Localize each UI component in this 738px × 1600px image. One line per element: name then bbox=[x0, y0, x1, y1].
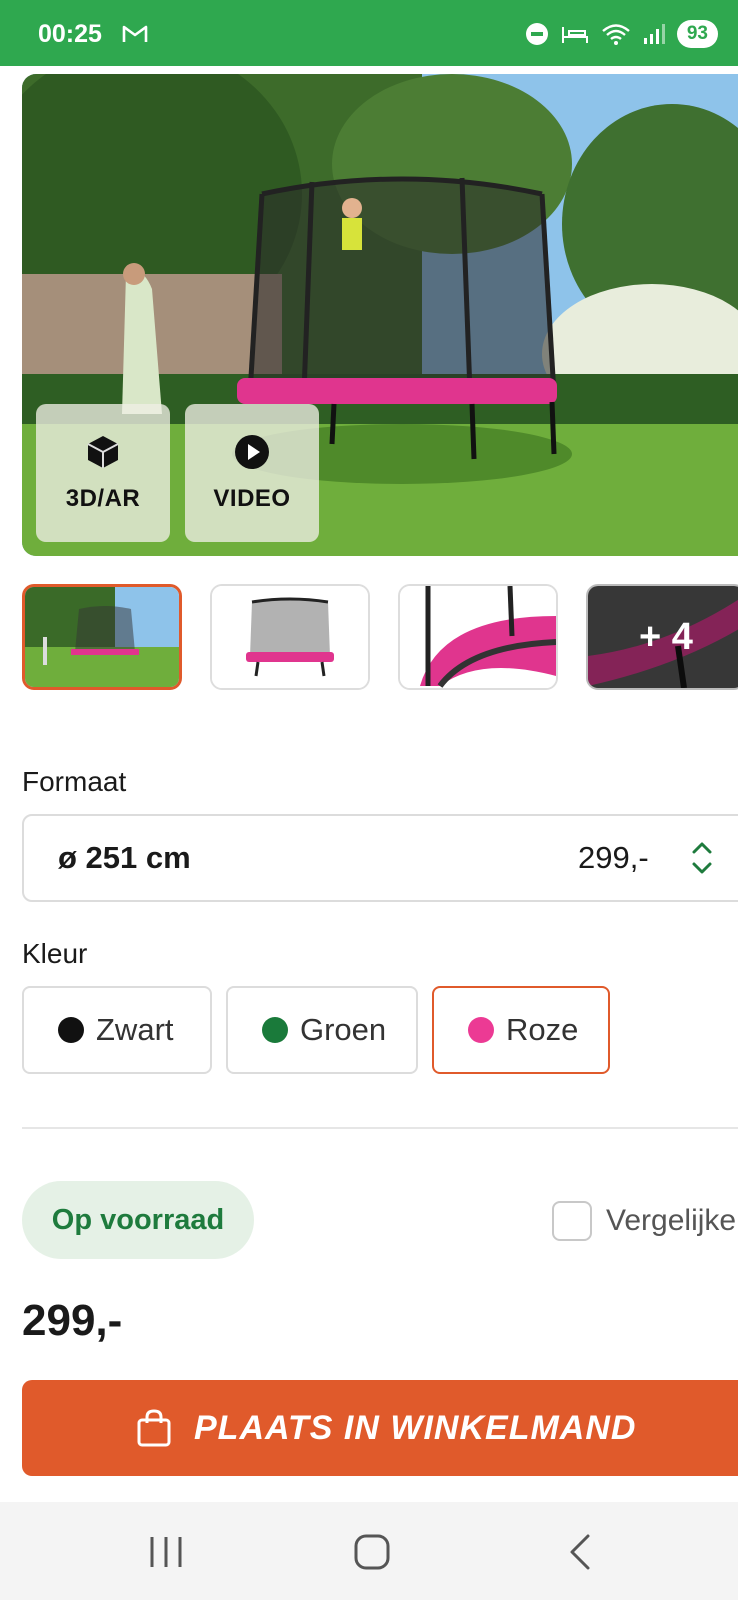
section-divider bbox=[22, 1127, 738, 1129]
format-size: ø 251 cm bbox=[58, 840, 191, 875]
recent-apps-icon[interactable] bbox=[146, 1532, 186, 1572]
product-price: 299,- bbox=[22, 1296, 123, 1345]
more-images-count: + 4 bbox=[639, 615, 693, 658]
shopping-bag-icon bbox=[137, 1409, 171, 1447]
color-swatch-pink bbox=[468, 1017, 494, 1043]
play-icon bbox=[235, 435, 269, 469]
system-nav-bar bbox=[0, 1502, 738, 1600]
format-select[interactable]: ø 251 cm 299,- bbox=[22, 814, 738, 902]
color-swatch-green bbox=[262, 1017, 288, 1043]
thumbnail-1[interactable] bbox=[22, 584, 182, 690]
3d-ar-button[interactable]: 3D/AR bbox=[36, 404, 170, 542]
wifi-icon bbox=[602, 24, 630, 45]
color-option-label: Roze bbox=[506, 1012, 579, 1047]
do-not-disturb-icon bbox=[525, 23, 548, 45]
thumbnail-image bbox=[25, 587, 179, 687]
status-time: 00:25 bbox=[38, 20, 102, 48]
3d-ar-label: 3D/AR bbox=[65, 485, 141, 512]
color-option-roze[interactable]: Roze bbox=[432, 986, 610, 1074]
product-image[interactable]: 3D/AR VIDEO bbox=[22, 74, 738, 556]
thumbnail-4-more[interactable]: + 4 bbox=[586, 584, 738, 690]
stock-badge: Op voorraad bbox=[22, 1181, 254, 1259]
home-icon[interactable] bbox=[352, 1532, 392, 1572]
cube-icon bbox=[87, 436, 119, 468]
format-label: Formaat bbox=[22, 766, 127, 797]
color-swatch-black bbox=[58, 1017, 84, 1043]
thumbnail-image bbox=[212, 586, 368, 688]
compare-toggle[interactable]: Vergelijken bbox=[552, 1201, 738, 1241]
status-bar: 00:25 93 bbox=[0, 0, 738, 66]
color-option-groen[interactable]: Groen bbox=[226, 986, 418, 1074]
compare-label: Vergelijken bbox=[606, 1204, 738, 1237]
back-icon[interactable] bbox=[560, 1532, 600, 1572]
thumbnail-2[interactable] bbox=[210, 584, 370, 690]
sleep-mode-icon bbox=[561, 27, 588, 43]
add-to-cart-button[interactable]: PLAATS IN WINKELMAND bbox=[22, 1380, 738, 1476]
thumbnail-strip: + 4 bbox=[22, 584, 738, 690]
video-label: VIDEO bbox=[213, 485, 291, 512]
chevron-up-down-icon bbox=[692, 842, 712, 874]
thumbnail-3[interactable] bbox=[398, 584, 558, 690]
color-label: Kleur bbox=[22, 938, 88, 969]
video-button[interactable]: VIDEO bbox=[185, 404, 319, 542]
battery-level: 93 bbox=[676, 20, 718, 48]
color-option-label: Zwart bbox=[96, 1012, 174, 1047]
status-icons: 93 bbox=[525, 20, 718, 48]
add-to-cart-label: PLAATS IN WINKELMAND bbox=[194, 1408, 637, 1447]
gmail-icon bbox=[122, 25, 148, 42]
compare-checkbox[interactable] bbox=[552, 1201, 592, 1241]
signal-icon bbox=[643, 24, 665, 44]
color-option-label: Groen bbox=[300, 1012, 387, 1047]
color-option-zwart[interactable]: Zwart bbox=[22, 986, 212, 1074]
thumbnail-image bbox=[400, 586, 556, 688]
format-price: 299,- bbox=[578, 840, 649, 875]
